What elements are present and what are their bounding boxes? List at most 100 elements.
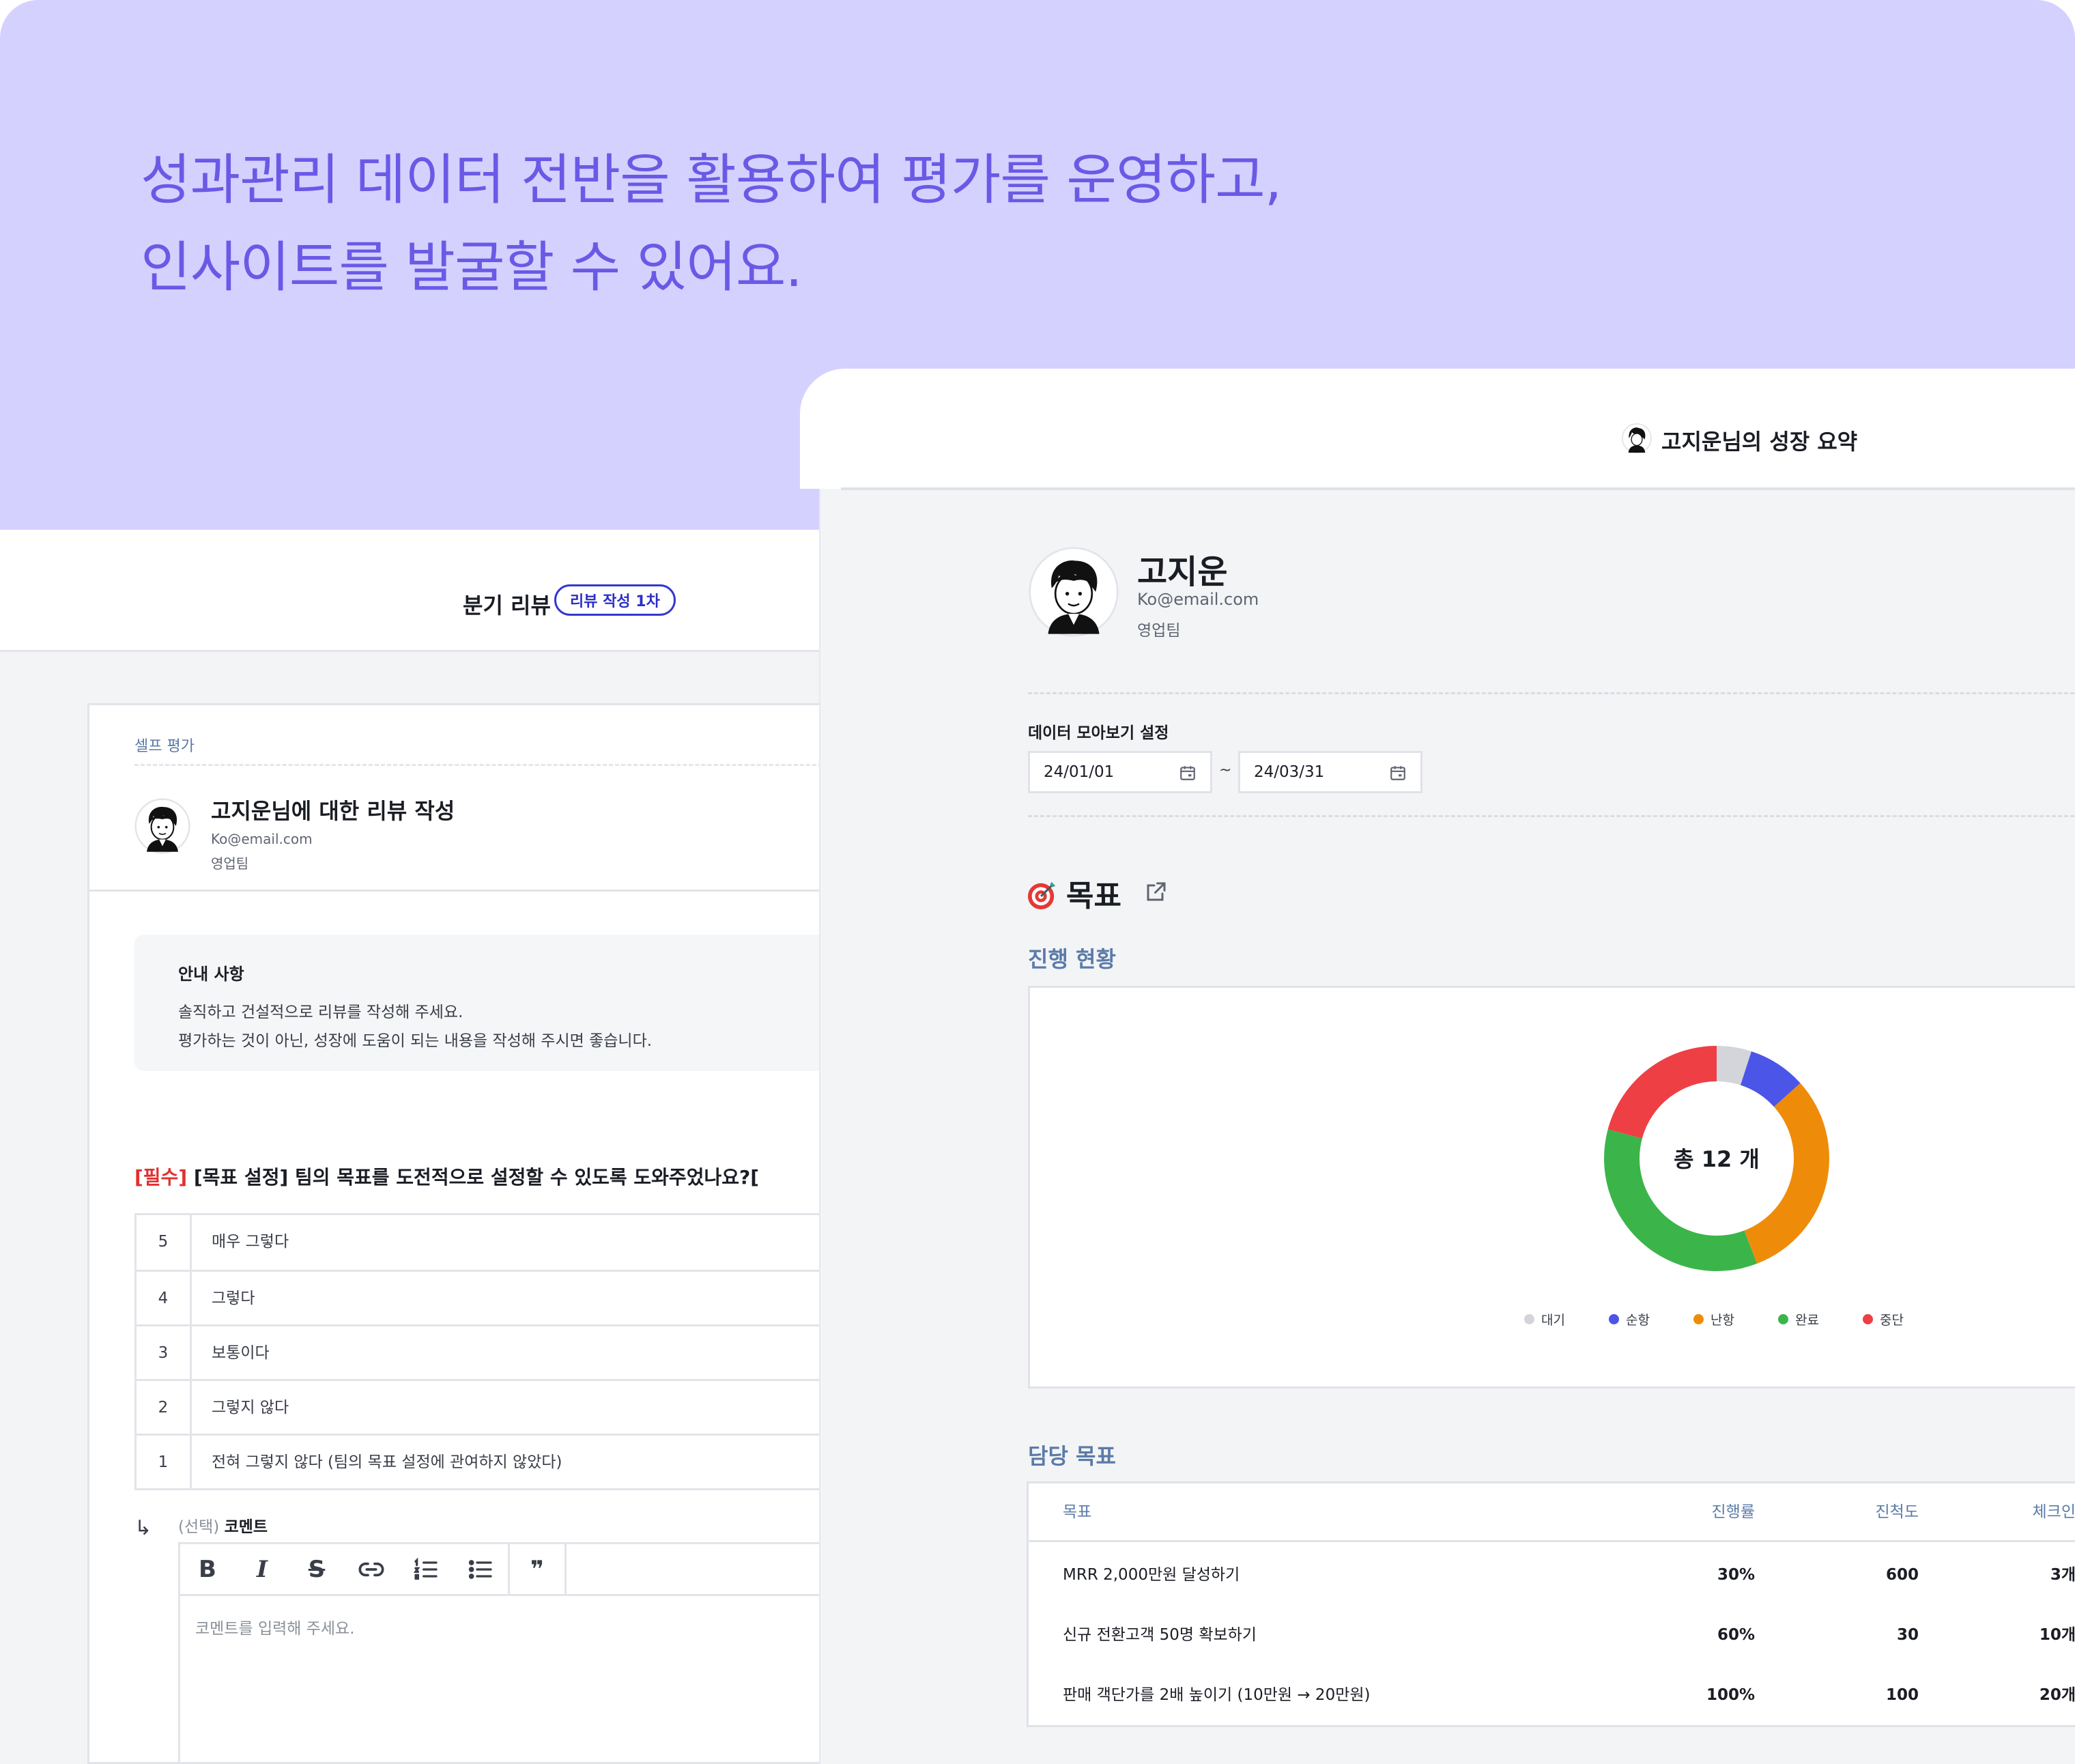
option-label: 보통이다 <box>212 1344 270 1362</box>
column-goal: 목표 <box>1063 1503 1092 1521</box>
end-date-value: 24/03/31 <box>1254 763 1325 781</box>
notice-line-1: 솔직하고 건설적으로 리뷰를 작성해 주세요. <box>178 1004 463 1021</box>
owned-goals-title: 담당 목표 <box>1028 1443 1116 1469</box>
divider <box>89 890 835 892</box>
option-score: 5 <box>137 1215 192 1270</box>
target-icon <box>1027 881 1056 910</box>
table-row[interactable]: 판매 객단가를 2배 높이기 (10만원 → 20만원) 100% 100 20… <box>1029 1665 2075 1725</box>
option-label: 그렇다 <box>212 1290 255 1307</box>
headline: 성과관리 데이터 전반을 활용하여 평가를 운영하고, 인사이트를 발굴할 수 … <box>141 137 1282 311</box>
self-review-label: 셀프 평가 <box>134 738 195 755</box>
option-label: 전혀 그렇지 않다 (팀의 목표 설정에 관여하지 않았다) <box>212 1453 562 1471</box>
goal-advance: 100 <box>1885 1686 1919 1704</box>
legend-swatch <box>1863 1313 1873 1324</box>
editor-toolbar: B I S ❞ <box>180 1544 835 1596</box>
profile-avatar <box>1029 547 1119 637</box>
ordered-list-button[interactable] <box>399 1544 453 1594</box>
option-score: 1 <box>137 1436 192 1488</box>
goal-checkin: 10개 <box>2039 1626 2075 1644</box>
start-date-value: 24/01/01 <box>1044 763 1115 781</box>
answer-options: 5 매우 그렇다 4 그렇다 3 보통이다 2 그렇지 않다 1 전혀 그렇지 … <box>134 1213 835 1490</box>
answer-option-1[interactable]: 1 전혀 그렇지 않다 (팀의 목표 설정에 관여하지 않았다) <box>137 1434 835 1488</box>
goal-section-title: 목표 <box>1066 879 1121 913</box>
legend-item-1: 대기 <box>1524 1309 1565 1329</box>
summary-body: 고지운님의 성장 요약 고지운 Ko@email.com 영업팀 데이터 모아보… <box>841 369 2075 1764</box>
legend-swatch <box>1524 1313 1534 1324</box>
comment-input[interactable]: 코멘트를 입력해 주세요. <box>195 1615 355 1638</box>
headline-line-1: 성과관리 데이터 전반을 활용하여 평가를 운영하고, <box>141 148 1282 212</box>
legend-label: 순항 <box>1626 1312 1650 1328</box>
comment-title: 코멘트 <box>224 1518 268 1536</box>
table-row[interactable]: 신규 전환고객 50명 확보하기 60% 30 10개 <box>1029 1605 2075 1665</box>
start-date-input[interactable]: 24/01/01 <box>1028 751 1212 793</box>
external-link-icon[interactable] <box>1144 879 1169 904</box>
reviewee-team: 영업팀 <box>211 855 249 872</box>
goal-progress: 30% <box>1717 1566 1755 1584</box>
answer-option-4[interactable]: 4 그렇다 <box>137 1270 835 1324</box>
goal-name: 판매 객단가를 2배 높이기 (10만원 → 20만원) <box>1063 1686 1371 1704</box>
summary-title: 고지운님의 성장 요약 <box>1661 429 1858 455</box>
headline-line-2: 인사이트를 발굴할 수 있어요. <box>141 236 803 299</box>
question-text: [목표 설정] 팀의 목표를 도전적으로 설정할 수 있도록 도와주었나요?[ <box>187 1166 760 1189</box>
notice-title: 안내 사항 <box>178 965 244 984</box>
date-separator: ~ <box>1219 762 1232 779</box>
goal-name: 신규 전환고객 50명 확보하기 <box>1063 1626 1257 1644</box>
goal-checkin: 20개 <box>2039 1686 2075 1704</box>
bullet-list-button[interactable] <box>453 1544 508 1594</box>
link-button[interactable] <box>344 1544 399 1594</box>
legend-swatch <box>1778 1313 1788 1324</box>
answer-option-2[interactable]: 2 그렇지 않다 <box>137 1379 835 1434</box>
legend-swatch <box>1609 1313 1619 1324</box>
calendar-icon[interactable] <box>1389 764 1407 782</box>
legend-item-2: 순항 <box>1609 1309 1650 1329</box>
quote-button[interactable]: ❞ <box>510 1544 564 1594</box>
review-title: 분기 리뷰 <box>463 593 551 618</box>
donut-chart: 총 12 개 <box>1604 1046 1829 1271</box>
column-checkin: 체크인 <box>2032 1503 2075 1521</box>
notice-box: 안내 사항 솔직하고 건설적으로 리뷰를 작성해 주세요. 평가하는 것이 아닌… <box>134 935 835 1071</box>
answer-option-3[interactable]: 3 보통이다 <box>137 1324 835 1379</box>
legend-swatch <box>1693 1313 1704 1324</box>
divider <box>1028 815 2075 817</box>
reviewee-email: Ko@email.com <box>211 831 313 847</box>
legend-label: 완료 <box>1795 1312 1819 1328</box>
goal-advance: 600 <box>1885 1566 1919 1584</box>
end-date-input[interactable]: 24/03/31 <box>1238 751 1422 793</box>
reply-arrow-icon: ↳ <box>134 1516 152 1540</box>
divider <box>134 764 835 766</box>
italic-button[interactable]: I <box>235 1544 289 1594</box>
bullet-list-icon <box>468 1559 492 1579</box>
comment-editor: B I S ❞ 코멘트를 입력해 주세요. <box>178 1542 835 1764</box>
donut-slice-5 <box>1607 1046 1717 1139</box>
profile-team: 영업팀 <box>1137 622 1181 640</box>
column-progress: 진행률 <box>1711 1503 1755 1521</box>
column-advance: 진척도 <box>1875 1503 1919 1521</box>
goal-progress: 60% <box>1717 1626 1755 1644</box>
answer-option-5[interactable]: 5 매우 그렇다 <box>137 1215 835 1270</box>
toolbar-divider <box>564 1544 567 1594</box>
avatar <box>134 798 190 854</box>
legend-item-4: 완료 <box>1778 1309 1819 1329</box>
calendar-icon[interactable] <box>1179 764 1197 782</box>
goal-checkin: 3개 <box>2050 1566 2075 1584</box>
goal-progress: 100% <box>1706 1686 1755 1704</box>
legend-label: 난항 <box>1711 1312 1734 1328</box>
review-card: 셀프 평가 고지운님에 대한 리뷰 작성 Ko@email.com 영업팀 안내… <box>87 703 835 1764</box>
option-label: 그렇지 않다 <box>212 1399 289 1417</box>
date-range-label: 데이터 모아보기 설정 <box>1028 724 1169 742</box>
legend-item-3: 난항 <box>1693 1309 1734 1329</box>
progress-status-title: 진행 현황 <box>1028 946 1116 972</box>
legend-label: 중단 <box>1880 1312 1904 1328</box>
profile-name: 고지운 <box>1137 553 1228 591</box>
donut-center-label: 총 12 개 <box>1674 1146 1760 1172</box>
bold-button[interactable]: B <box>180 1544 235 1594</box>
required-tag: [필수] <box>134 1166 188 1189</box>
goal-advance: 30 <box>1896 1626 1919 1644</box>
option-score: 2 <box>137 1381 192 1434</box>
option-score: 4 <box>137 1272 192 1324</box>
divider <box>1028 692 2075 694</box>
divider <box>841 487 2075 490</box>
strikethrough-button[interactable]: S <box>289 1544 344 1594</box>
option-score: 3 <box>137 1326 192 1379</box>
table-row[interactable]: MRR 2,000만원 달성하기 30% 600 3개 <box>1029 1545 2075 1605</box>
